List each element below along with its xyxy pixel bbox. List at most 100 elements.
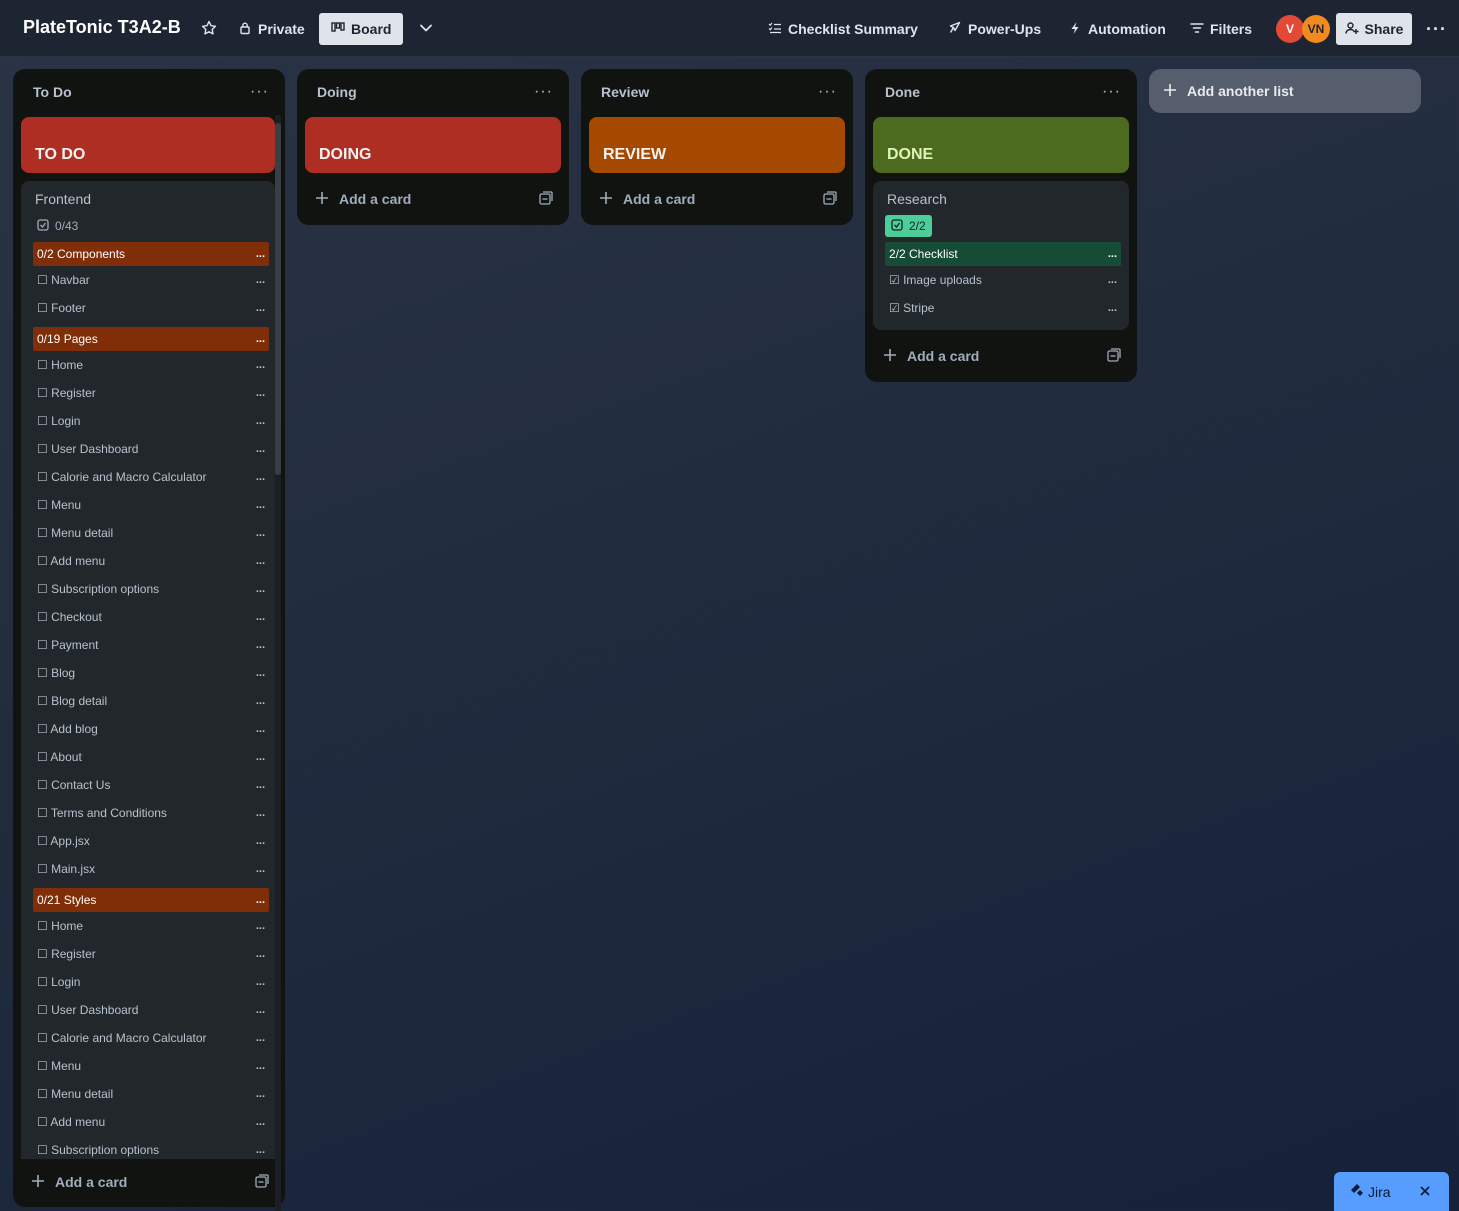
item-menu-icon[interactable]: ... — [256, 920, 265, 932]
item-menu-icon[interactable]: ... — [1108, 274, 1117, 286]
checklist-item[interactable]: ☐ About... — [33, 743, 269, 771]
jira-widget[interactable]: Jira — [1334, 1172, 1449, 1211]
cover-card[interactable]: REVIEW — [589, 117, 845, 173]
checklist-header[interactable]: 0/2 Components... — [33, 242, 269, 266]
checklist-item[interactable]: ☐ User Dashboard... — [33, 435, 269, 463]
list-menu-icon[interactable]: ··· — [1102, 84, 1121, 100]
list-cards-area[interactable]: TO DO Frontend 0/43 0/2 Components... ☐ N… — [13, 115, 285, 1159]
cover-card[interactable]: DONE — [873, 117, 1129, 173]
add-card-button[interactable]: Add a card — [31, 1174, 127, 1191]
checklist-item[interactable]: ☐ Home... — [33, 351, 269, 379]
cover-card[interactable]: DOING — [305, 117, 561, 173]
item-menu-icon[interactable]: ... — [256, 894, 265, 906]
avatar[interactable]: VN — [1302, 15, 1330, 43]
card-template-icon[interactable] — [823, 190, 837, 208]
add-card-button[interactable]: Add a card — [315, 191, 411, 208]
item-menu-icon[interactable]: ... — [256, 611, 265, 623]
list-title[interactable]: Done — [885, 84, 920, 100]
filters-button[interactable]: Filters — [1182, 13, 1260, 45]
visibility-button[interactable]: Private — [230, 13, 313, 45]
item-menu-icon[interactable]: ... — [256, 527, 265, 539]
item-menu-icon[interactable]: ... — [256, 499, 265, 511]
add-card-button[interactable]: Add a card — [883, 348, 979, 365]
checklist-item[interactable]: ☐ Add menu... — [33, 1108, 269, 1136]
item-menu-icon[interactable]: ... — [256, 333, 265, 345]
jira-open-button[interactable]: Jira — [1350, 1183, 1391, 1200]
checklist-item[interactable]: ☐ Calorie and Macro Calculator... — [33, 463, 269, 491]
checklist-item[interactable]: ☑ Image uploads... — [885, 266, 1121, 294]
item-menu-icon[interactable]: ... — [256, 302, 265, 314]
item-menu-icon[interactable]: ... — [256, 583, 265, 595]
cover-card[interactable]: TO DO — [21, 117, 275, 173]
checklist-item[interactable]: ☐ Login... — [33, 968, 269, 996]
checklist-item[interactable]: ☐ Register... — [33, 940, 269, 968]
checklist-item[interactable]: ☐ App.jsx... — [33, 827, 269, 855]
card-template-icon[interactable] — [539, 190, 553, 208]
checklist-item[interactable]: ☐ Contact Us... — [33, 771, 269, 799]
item-menu-icon[interactable]: ... — [256, 807, 265, 819]
checklist-item[interactable]: ☐ Blog... — [33, 659, 269, 687]
scrollbar-thumb[interactable] — [275, 123, 281, 475]
item-menu-icon[interactable]: ... — [256, 1116, 265, 1128]
list-menu-icon[interactable]: ··· — [250, 84, 269, 100]
item-menu-icon[interactable]: ... — [256, 1088, 265, 1100]
checklist-item[interactable]: ☐ User Dashboard... — [33, 996, 269, 1024]
add-card-button[interactable]: Add a card — [599, 191, 695, 208]
checklist-item[interactable]: ☑ Stripe... — [885, 294, 1121, 322]
item-menu-icon[interactable]: ... — [256, 976, 265, 988]
board-view-button[interactable]: Board — [319, 13, 403, 45]
checklist-item[interactable]: ☐ Menu... — [33, 491, 269, 519]
add-list-button[interactable]: Add another list — [1149, 69, 1421, 113]
checklist-item[interactable]: ☐ Calorie and Macro Calculator... — [33, 1024, 269, 1052]
item-menu-icon[interactable]: ... — [256, 835, 265, 847]
checklist-item[interactable]: ☐ Menu... — [33, 1052, 269, 1080]
item-menu-icon[interactable]: ... — [256, 639, 265, 651]
item-menu-icon[interactable]: ... — [256, 1144, 265, 1156]
checklist-header[interactable]: 0/19 Pages... — [33, 327, 269, 351]
item-menu-icon[interactable]: ... — [1108, 248, 1117, 260]
checklist-item[interactable]: ☐ Add blog... — [33, 715, 269, 743]
checklist-item[interactable]: ☐ Terms and Conditions... — [33, 799, 269, 827]
item-menu-icon[interactable]: ... — [256, 1060, 265, 1072]
views-dropdown-button[interactable] — [410, 13, 442, 45]
item-menu-icon[interactable]: ... — [256, 387, 265, 399]
item-menu-icon[interactable]: ... — [256, 1032, 265, 1044]
item-menu-icon[interactable]: ... — [256, 667, 265, 679]
share-button[interactable]: Share — [1336, 13, 1412, 45]
card-template-icon[interactable] — [1107, 347, 1121, 365]
item-menu-icon[interactable]: ... — [256, 723, 265, 735]
item-menu-icon[interactable]: ... — [256, 471, 265, 483]
list-menu-icon[interactable]: ··· — [534, 84, 553, 100]
checklist-item[interactable]: ☐ Register... — [33, 379, 269, 407]
checklist-item[interactable]: ☐ Payment... — [33, 631, 269, 659]
item-menu-icon[interactable]: ... — [256, 555, 265, 567]
checklist-item[interactable]: ☐ Navbar... — [33, 266, 269, 294]
board-title[interactable]: PlateTonic T3A2-B — [23, 17, 181, 38]
checklist-item[interactable]: ☐ Login... — [33, 407, 269, 435]
checklist-item[interactable]: ☐ Blog detail... — [33, 687, 269, 715]
card-template-icon[interactable] — [255, 1173, 269, 1191]
list-title[interactable]: Doing — [317, 84, 357, 100]
powerups-button[interactable]: Power-Ups — [938, 13, 1049, 45]
item-menu-icon[interactable]: ... — [256, 443, 265, 455]
automation-button[interactable]: Automation — [1060, 13, 1174, 45]
checklist-item[interactable]: ☐ Footer... — [33, 294, 269, 322]
scrollbar[interactable] — [275, 115, 281, 1211]
list-title[interactable]: Review — [601, 84, 649, 100]
item-menu-icon[interactable]: ... — [256, 948, 265, 960]
item-menu-icon[interactable]: ... — [256, 751, 265, 763]
checklist-summary-button[interactable]: Checklist Summary — [760, 13, 926, 45]
item-menu-icon[interactable]: ... — [256, 695, 265, 707]
close-icon[interactable] — [1419, 1184, 1431, 1200]
item-menu-icon[interactable]: ... — [256, 415, 265, 427]
list-title[interactable]: To Do — [33, 84, 72, 100]
task-card-frontend[interactable]: Frontend 0/43 0/2 Components... ☐ Navbar.… — [21, 181, 275, 1159]
checklist-item[interactable]: ☐ Checkout... — [33, 603, 269, 631]
star-button[interactable] — [193, 13, 225, 45]
item-menu-icon[interactable]: ... — [256, 359, 265, 371]
item-menu-icon[interactable]: ... — [256, 863, 265, 875]
more-menu-button[interactable]: ··· — [1418, 13, 1455, 45]
item-menu-icon[interactable]: ... — [256, 779, 265, 791]
checklist-item[interactable]: ☐ Menu detail... — [33, 519, 269, 547]
checklist-item[interactable]: ☐ Subscription options... — [33, 1136, 269, 1159]
